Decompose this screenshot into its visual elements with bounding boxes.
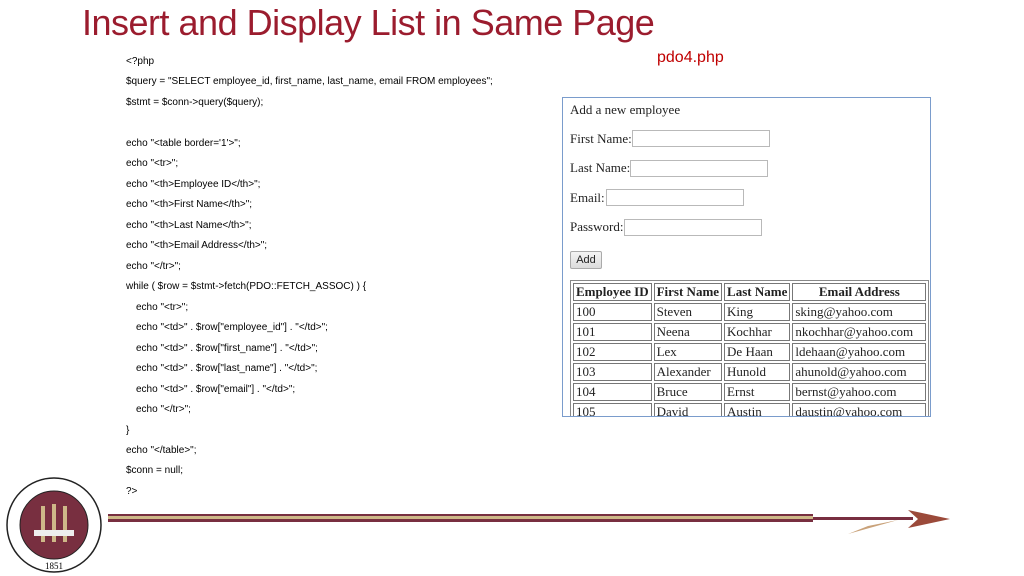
browser-screenshot: Add a new employee First Name: Last Name… bbox=[562, 97, 931, 417]
code-line: echo "<th>Email Address</th>"; bbox=[126, 240, 268, 251]
code-line: echo "</tr>"; bbox=[136, 404, 191, 415]
table-cell: 101 bbox=[573, 323, 652, 341]
header-last-name: Last Name bbox=[724, 283, 791, 301]
table-cell: 105 bbox=[573, 403, 652, 416]
add-button[interactable]: Add bbox=[570, 251, 602, 269]
table-cell: Bruce bbox=[653, 383, 723, 401]
form-heading: Add a new employee bbox=[570, 102, 681, 117]
last-name-label: Last Name: bbox=[570, 160, 631, 175]
code-line: <?php bbox=[126, 56, 155, 67]
table-cell: Lex bbox=[653, 343, 723, 361]
code-line: $stmt = $conn->query($query); bbox=[126, 97, 264, 108]
email-input[interactable] bbox=[606, 189, 744, 206]
first-name-input[interactable] bbox=[632, 130, 770, 147]
table-cell: De Haan bbox=[724, 343, 791, 361]
employee-table: Employee ID First Name Last Name Email A… bbox=[570, 280, 930, 416]
table-cell: Kochhar bbox=[724, 323, 791, 341]
code-line: $query = "SELECT employee_id, first_name… bbox=[126, 76, 493, 87]
table-cell: Alexander bbox=[653, 363, 723, 381]
header-email: Email Address bbox=[792, 283, 927, 301]
table-cell: 100 bbox=[573, 303, 652, 321]
first-name-label: First Name: bbox=[570, 131, 632, 146]
code-line: echo "<th>Last Name</th>"; bbox=[126, 220, 252, 231]
table-cell: 104 bbox=[573, 383, 652, 401]
code-line: ?> bbox=[126, 486, 138, 497]
table-cell: David bbox=[653, 403, 723, 416]
table-cell: King bbox=[724, 303, 791, 321]
table-cell: daustin@yahoo.com bbox=[792, 403, 927, 416]
password-label: Password: bbox=[570, 219, 624, 234]
code-line: echo "<td>" . $row["email"] . "</td>"; bbox=[136, 384, 296, 395]
code-line: $conn = null; bbox=[126, 465, 183, 476]
filename-label: pdo4.php bbox=[657, 49, 724, 66]
table-row: 101 Neena Kochhar nkochhar@yahoo.com bbox=[573, 323, 927, 341]
table-cell: 102 bbox=[573, 343, 652, 361]
code-line: echo "</tr>"; bbox=[126, 261, 181, 272]
code-line: echo "<table border='1'>"; bbox=[126, 138, 241, 149]
table-cell: nkochhar@yahoo.com bbox=[792, 323, 927, 341]
table-cell: Neena bbox=[653, 323, 723, 341]
password-input[interactable] bbox=[624, 219, 762, 236]
header-first-name: First Name bbox=[653, 283, 723, 301]
table-row: 100 Steven King sking@yahoo.com bbox=[573, 303, 927, 321]
code-line: echo "<td>" . $row["last_name"] . "</td>… bbox=[136, 363, 318, 374]
fsu-seal-logo: 1851 bbox=[6, 477, 102, 573]
table-row: 103 Alexander Hunold ahunold@yahoo.com bbox=[573, 363, 927, 381]
code-line: echo "</table>"; bbox=[126, 445, 197, 456]
table-cell: Steven bbox=[653, 303, 723, 321]
spear-divider bbox=[108, 510, 950, 534]
code-line: echo "<td>" . $row["employee_id"] . "</t… bbox=[136, 322, 328, 333]
table-cell: Ernst bbox=[724, 383, 791, 401]
table-cell: Hunold bbox=[724, 363, 791, 381]
code-line: echo "<tr>"; bbox=[126, 158, 179, 169]
table-cell: ldehaan@yahoo.com bbox=[792, 343, 927, 361]
table-row: 104 Bruce Ernst bernst@yahoo.com bbox=[573, 383, 927, 401]
table-cell: bernst@yahoo.com bbox=[792, 383, 927, 401]
slide-title: Insert and Display List in Same Page bbox=[82, 2, 655, 43]
table-cell: 103 bbox=[573, 363, 652, 381]
code-line: while ( $row = $stmt->fetch(PDO::FETCH_A… bbox=[126, 281, 367, 292]
header-employee-id: Employee ID bbox=[573, 283, 652, 301]
code-line: echo "<td>" . $row["first_name"] . "</td… bbox=[136, 343, 318, 354]
code-line: echo "<th>First Name</th>"; bbox=[126, 199, 253, 210]
code-line: echo "<tr>"; bbox=[136, 302, 189, 313]
table-row: 105 David Austin daustin@yahoo.com bbox=[573, 403, 927, 416]
code-line: } bbox=[126, 425, 130, 436]
table-cell: Austin bbox=[724, 403, 791, 416]
code-line: echo "<th>Employee ID</th>"; bbox=[126, 179, 261, 190]
table-cell: ahunold@yahoo.com bbox=[792, 363, 927, 381]
email-label: Email: bbox=[570, 190, 605, 205]
table-row: 102 Lex De Haan ldehaan@yahoo.com bbox=[573, 343, 927, 361]
last-name-input[interactable] bbox=[630, 160, 768, 177]
table-cell: sking@yahoo.com bbox=[792, 303, 927, 321]
seal-year: 1851 bbox=[45, 561, 63, 571]
